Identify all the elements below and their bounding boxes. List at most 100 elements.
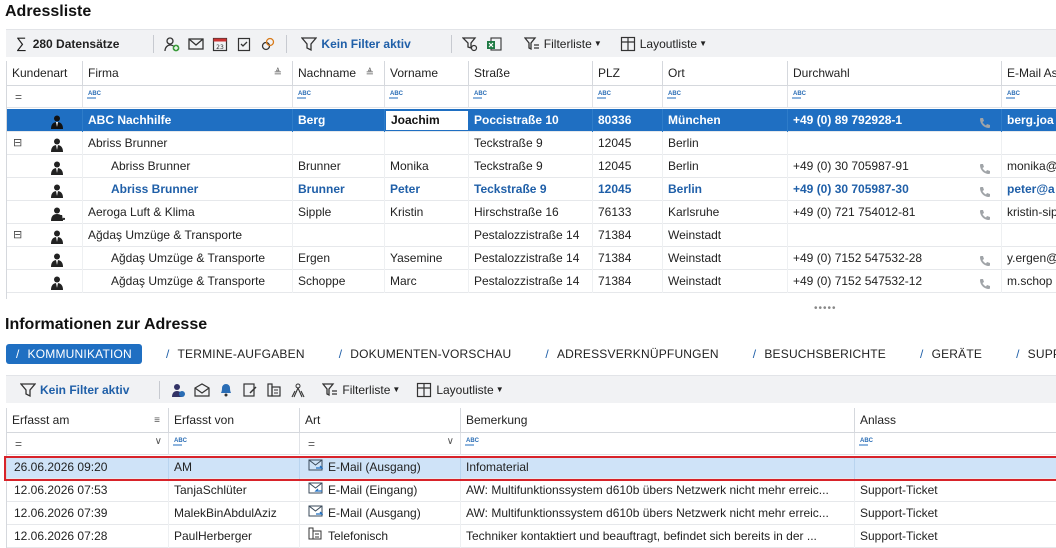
collapse-icon[interactable]: ⊟ [13,132,22,155]
filter-status[interactable]: Kein Filter aktiv [293,33,414,55]
phone-icon[interactable] [979,160,991,178]
phone-icon[interactable] [979,183,991,201]
phone-icon[interactable] [979,275,991,293]
column-header-2[interactable]: Art [300,408,461,433]
filter-cell[interactable]: ABC [385,86,469,108]
filter-cell[interactable]: ABC [461,433,855,455]
tab-support-[interactable]: / SUPPORT- [1006,344,1056,364]
grid-header: Erfasst am ≡ Erfasst von Art Bemerkung Anlass [7,408,1056,433]
column-header-3[interactable]: Bemerkung [461,408,855,433]
excel-export-icon[interactable] [485,35,503,53]
caret-down-icon: ▼ [699,39,708,48]
phone-icon[interactable] [979,252,991,270]
table-row[interactable]: 12.06.2026 07:53 TanjaSchlüter E-Mail (Ein… [7,479,1056,502]
kundenart-cell [7,247,83,270]
text-filter-icon: ABC [389,91,403,99]
text-filter-icon: ABC [1006,91,1020,99]
splitter-handle[interactable]: ••••• [814,303,837,314]
filter-status[interactable]: Kein Filter aktiv [12,379,133,401]
strasse-cell: Teckstraße 9 [469,178,593,201]
group-icon[interactable] [289,381,307,399]
filterlist-dropdown[interactable]: Filterliste ▼ [516,33,606,55]
filter-cell[interactable]: = ∨ [7,433,169,455]
firma-cell: Abriss Brunner [83,155,293,178]
envelope-icon[interactable] [193,381,211,399]
anlass-cell: Support-Ticket [855,502,1056,525]
table-row[interactable]: Abriss Brunner Brunner Peter Teckstraße 9 12… [7,178,1056,201]
filter-cell[interactable]: ABC [83,86,293,108]
table-row[interactable]: ⊟ Abriss Brunner Teckstraße 9 12045 Berlin [7,132,1056,155]
filter-settings-icon[interactable] [461,35,479,53]
column-header-7[interactable]: Durchwahl [788,61,1002,86]
column-header-2[interactable]: Nachname ≜ [293,61,385,86]
layoutlist-dropdown[interactable]: Layoutliste ▼ [612,33,711,55]
filter-cell[interactable]: ABC [293,86,385,108]
calendar-icon[interactable]: 23 [211,35,229,53]
filter-cell[interactable]: ABC [1002,86,1056,108]
phone-icon[interactable] [979,206,991,224]
fax-icon[interactable] [265,381,283,399]
tab-termine-aufgaben[interactable]: / TERMINE-AUFGABEN [156,344,315,364]
column-header-1[interactable]: Erfasst von [169,408,300,433]
contact-icon[interactable] [169,381,187,399]
table-row[interactable]: ABC Nachhilfe Berg Joachim Poccistraße 10 80… [7,109,1056,132]
table-row[interactable]: 12.06.2026 07:39 MalekBinAbdulAziz E-Mail … [7,502,1056,525]
filter-cell[interactable]: ABC [855,433,1056,455]
table-row[interactable]: ⊟ Ağdaş Umzüge & Transporte Pestalozzistra… [7,224,1056,247]
durchwahl-cell: +49 (0) 7152 547532-12 [788,270,1002,293]
tab-geräte[interactable]: / GERÄTE [910,344,992,364]
filter-cell[interactable]: ABC [788,86,1002,108]
table-row[interactable]: Ağdaş Umzüge & Transporte Ergen Yasemine Pe… [7,247,1056,270]
filter-cell[interactable]: = [7,86,83,108]
bell-icon[interactable] [217,381,235,399]
table-row[interactable]: Aeroga Luft & Klima Sipple Kristin Hirschst… [7,201,1056,224]
filter-cell[interactable]: = ∨ [300,433,461,455]
column-header-8[interactable]: E-Mail Asp [1002,61,1056,86]
column-header-3[interactable]: Vorname [385,61,469,86]
am-text: 12.06.2026 07:28 [14,529,108,543]
column-header-4[interactable]: Anlass [855,408,1056,433]
tab-kommunikation[interactable]: / KOMMUNIKATION [6,344,142,364]
task-icon[interactable] [235,35,253,53]
info-tabs: / KOMMUNIKATION / TERMINE-AUFGABEN / DOKUMENT… [6,343,1056,365]
plz-cell: 12045 [593,132,663,155]
table-row[interactable]: Ağdaş Umzüge & Transporte Schoppe Marc Pest… [7,270,1056,293]
column-header-5[interactable]: PLZ [593,61,663,86]
chevron-down-icon[interactable]: ∨ [447,436,454,447]
column-header-6[interactable]: Ort [663,61,788,86]
sort-icon: ≜ [273,68,282,79]
table-row[interactable]: 12.06.2026 07:28 PaulHerberger Telefonisch… [7,525,1056,548]
layoutlist-dropdown[interactable]: Layoutliste ▼ [408,379,507,401]
filter-cell[interactable]: ABC [169,433,300,455]
table-row[interactable]: Abriss Brunner Brunner Monika Teckstraße 91… [7,155,1056,178]
am-cell: 12.06.2026 07:39 [7,502,169,525]
note-edit-icon[interactable] [241,381,259,399]
bemerkung-text: AW: Multifunktionssystem d610b übers Net… [466,483,829,497]
email-icon [308,502,324,525]
tab-adressverknüpfungen[interactable]: / ADRESSVERKNÜPFUNGEN [535,344,728,364]
filterlist-dropdown[interactable]: Filterliste ▼ [314,379,404,401]
email-cell [1002,132,1056,155]
filter-cell[interactable]: ABC [593,86,663,108]
chevron-down-icon[interactable]: ∨ [155,436,162,447]
ort-cell: Berlin [663,155,788,178]
filter-cell[interactable]: ABC [663,86,788,108]
firma-cell: Abriss Brunner [83,132,293,155]
record-count[interactable]: ∑ 280 Datensätze [6,33,123,55]
column-header-1[interactable]: Firma ≜ [83,61,293,86]
phone-icon[interactable] [979,114,991,132]
link-icon[interactable] [259,35,277,53]
column-header-0[interactable]: Kundenart [7,61,83,86]
tab-besuchsberichte[interactable]: / BESUCHSBERICHTE [743,344,896,364]
add-contact-icon[interactable] [163,35,181,53]
tab-dokumenten-vorschau[interactable]: / DOKUMENTEN-VORSCHAU [329,344,522,364]
column-header-4[interactable]: Straße [469,61,593,86]
mail-icon[interactable] [187,35,205,53]
filterlist-icon [321,381,339,399]
filter-cell[interactable]: ABC [469,86,593,108]
von-cell: TanjaSchlüter [169,479,300,502]
collapse-icon[interactable]: ⊟ [13,224,22,247]
equals-operator-icon: = [308,437,316,451]
column-header-0[interactable]: Erfasst am ≡ [7,408,169,433]
vorname-cell: Monika [385,155,469,178]
